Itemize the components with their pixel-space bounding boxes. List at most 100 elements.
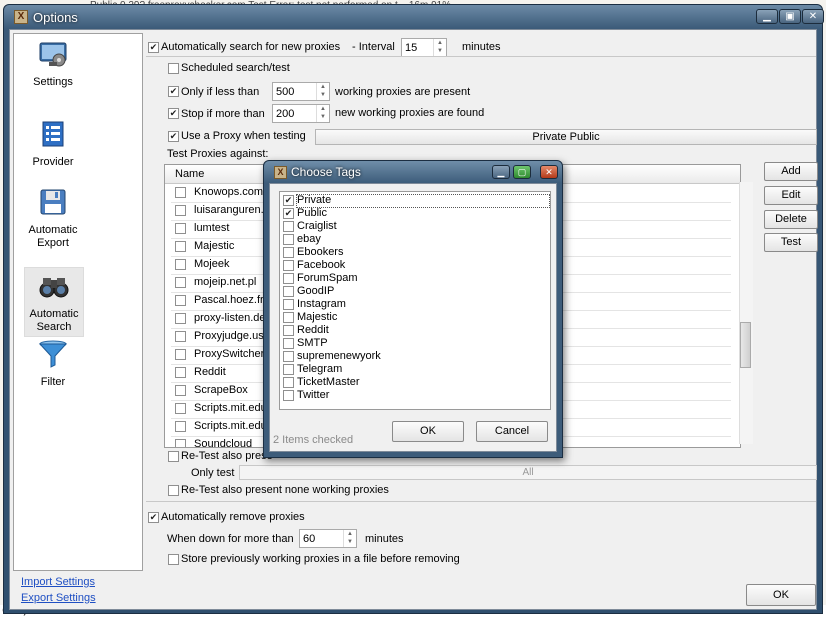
tag-checkbox[interactable]	[283, 221, 294, 232]
list-item-checkbox[interactable]	[175, 205, 186, 216]
nav-item-settings[interactable]: Settings	[24, 38, 82, 89]
list-item-checkbox[interactable]	[175, 421, 186, 432]
list-item-checkbox[interactable]	[175, 223, 186, 234]
list-scrollbar-thumb[interactable]	[740, 322, 751, 368]
stop-if-more-checkbox[interactable]	[168, 108, 179, 119]
list-item-checkbox[interactable]	[175, 259, 186, 270]
nav-item-automatic-export[interactable]: Automatic Export	[24, 186, 82, 250]
dialog-close-button[interactable]: ✕	[540, 165, 558, 179]
list-item-checkbox[interactable]	[175, 331, 186, 342]
dialog-minimize-button[interactable]: ▁	[492, 165, 510, 179]
tag-checkbox[interactable]	[283, 299, 294, 310]
tag-item[interactable]: Telegram	[283, 363, 548, 376]
import-settings-link[interactable]: Import Settings	[21, 576, 95, 588]
tag-item[interactable]: Ebookers	[283, 246, 548, 259]
list-item-checkbox[interactable]	[175, 439, 186, 447]
stop-if-more-spinner[interactable]: 200 ▲ ▼	[272, 104, 330, 123]
tag-checkbox[interactable]	[283, 234, 294, 245]
tag-item[interactable]: Reddit	[283, 324, 548, 337]
maximize-button[interactable]: ▣	[779, 9, 801, 24]
tag-checkbox[interactable]	[283, 195, 294, 206]
tag-checkbox[interactable]	[283, 208, 294, 219]
list-item-checkbox[interactable]	[175, 295, 186, 306]
tag-label: Ebookers	[297, 246, 344, 258]
title-bar[interactable]: X Options ▁ ▣ ✕	[4, 5, 824, 29]
interval-spinner[interactable]: 15 ▲ ▼	[401, 38, 447, 57]
settings-icon	[39, 42, 67, 67]
nav-item-provider[interactable]: Provider	[24, 118, 82, 169]
nav-label: Settings	[33, 76, 73, 88]
test-button[interactable]: Test	[764, 233, 818, 252]
tag-checkbox[interactable]	[283, 312, 294, 323]
tag-item[interactable]: supremenewyork	[283, 350, 548, 363]
tag-item-private[interactable]: Private	[283, 194, 550, 208]
nav-item-automatic-search[interactable]: Automatic Search	[24, 267, 84, 337]
tag-item[interactable]: ForumSpam	[283, 272, 548, 285]
tag-item[interactable]: GoodIP	[283, 285, 548, 298]
interval-value: 15	[405, 42, 418, 54]
tag-item[interactable]: Twitter	[283, 389, 548, 402]
dialog-maximize-button[interactable]: ▢	[513, 165, 531, 179]
tag-checkbox[interactable]	[283, 364, 294, 375]
only-if-less-spinner[interactable]: 500 ▲ ▼	[272, 82, 330, 101]
tag-checkbox[interactable]	[283, 247, 294, 258]
list-item-checkbox[interactable]	[175, 187, 186, 198]
tag-checkbox[interactable]	[283, 286, 294, 297]
tag-checkbox[interactable]	[283, 351, 294, 362]
add-button[interactable]: Add	[764, 162, 818, 181]
list-item-checkbox[interactable]	[175, 241, 186, 252]
tag-item[interactable]: Facebook	[283, 259, 548, 272]
auto-remove-label: Automatically remove proxies	[161, 511, 305, 523]
only-test-field[interactable]: All	[239, 465, 817, 480]
edit-button[interactable]: Edit	[764, 186, 818, 205]
tag-item[interactable]: TicketMaster	[283, 376, 548, 389]
spinner-arrows-icon[interactable]: ▲ ▼	[316, 105, 329, 122]
list-item-checkbox[interactable]	[175, 277, 186, 288]
items-checked-count: 2 Items checked	[273, 434, 354, 446]
spinner-arrows-icon[interactable]: ▲ ▼	[316, 83, 329, 100]
tag-checkbox[interactable]	[283, 325, 294, 336]
tag-checkbox[interactable]	[283, 390, 294, 401]
retest-none-working-checkbox[interactable]	[168, 485, 179, 496]
list-item-checkbox[interactable]	[175, 313, 186, 324]
auto-remove-checkbox[interactable]	[148, 512, 159, 523]
list-item-label: Scripts.mit.edu	[194, 420, 267, 432]
spinner-arrows-icon[interactable]: ▲ ▼	[433, 39, 446, 56]
only-if-less-checkbox[interactable]	[168, 86, 179, 97]
tag-item[interactable]: ebay	[283, 233, 548, 246]
tag-item[interactable]: Craiglist	[283, 220, 548, 233]
tag-checkbox[interactable]	[283, 273, 294, 284]
tag-checkbox[interactable]	[283, 260, 294, 271]
retest-checkbox[interactable]	[168, 451, 179, 462]
tag-item[interactable]: Majestic	[283, 311, 548, 324]
spinner-arrows-icon[interactable]: ▲ ▼	[343, 530, 356, 547]
proxy-tags-field[interactable]: Private Public	[315, 129, 817, 145]
store-proxies-checkbox[interactable]	[168, 554, 179, 565]
scheduled-checkbox[interactable]	[168, 63, 179, 74]
when-down-spinner[interactable]: 60 ▲ ▼	[299, 529, 357, 548]
nav-item-filter[interactable]: Filter	[24, 338, 82, 389]
when-down-unit: minutes	[365, 533, 404, 545]
tag-checkbox[interactable]	[283, 377, 294, 388]
list-scrollbar[interactable]	[739, 182, 753, 444]
floppy-disk-icon	[40, 189, 66, 215]
tag-item-public[interactable]: Public	[283, 207, 548, 220]
list-item-checkbox[interactable]	[175, 349, 186, 360]
delete-button[interactable]: Delete	[764, 210, 818, 229]
tag-label: Reddit	[297, 324, 329, 336]
list-item-label: proxy-listen.de	[194, 312, 266, 324]
list-item-checkbox[interactable]	[175, 403, 186, 414]
dialog-ok-button[interactable]: OK	[392, 421, 464, 442]
minimize-button[interactable]: ▁	[756, 9, 778, 24]
list-item-checkbox[interactable]	[175, 367, 186, 378]
close-button[interactable]: ✕	[802, 9, 824, 24]
list-item-checkbox[interactable]	[175, 385, 186, 396]
use-proxy-checkbox[interactable]	[168, 131, 179, 142]
export-settings-link[interactable]: Export Settings	[21, 592, 96, 604]
tag-item[interactable]: SMTP	[283, 337, 548, 350]
dialog-cancel-button[interactable]: Cancel	[476, 421, 548, 442]
ok-button[interactable]: OK	[746, 584, 816, 606]
auto-search-checkbox[interactable]	[148, 42, 159, 53]
tag-item[interactable]: Instagram	[283, 298, 548, 311]
tag-checkbox[interactable]	[283, 338, 294, 349]
